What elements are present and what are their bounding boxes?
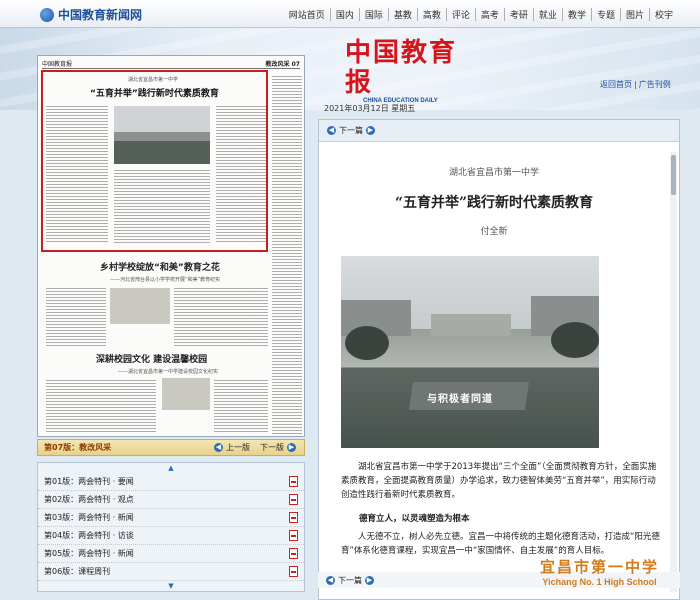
nav-item-photos[interactable]: 图片: [619, 8, 649, 21]
thumbnail-photo: [162, 378, 210, 410]
photo-tree: [345, 326, 389, 360]
edition-list-label: 第02版：两会特刊 · 观点: [44, 495, 134, 504]
prev-arrow-icon: ◀: [214, 443, 223, 452]
current-edition: 第07版：教改风采: [44, 443, 112, 452]
article-panel: ◀ 下一篇 ▶ 湖北省宜昌市第一中学 “五育并举”践行新时代素质教育 付全新 与…: [318, 119, 680, 600]
edition-pager: ◀ 上一版 下一版 ▶: [214, 442, 296, 453]
thumbnail-paper-name: 中国教育报: [42, 61, 73, 68]
article-photo: 与积极者同道: [341, 256, 599, 448]
scrollbar-thumb[interactable]: [671, 155, 676, 195]
edition-list: ▲ 第01版：两会特刊 · 要闻 第02版：两会特刊 · 观点 第03版：两会特…: [37, 462, 305, 592]
top-bar: 中国教育新闻网 网站首页 国内 国际 基教 高教 评论 高考 考研 就业 教学 …: [0, 0, 700, 28]
thumbnail-text-column: [46, 378, 156, 434]
thumbnail-headline3: 深耕校园文化 建设温馨校园: [96, 355, 208, 365]
nav-item-commentary[interactable]: 评论: [445, 8, 475, 21]
masthead: 中国教育报 CHINA EDUCATION DAILY: [345, 38, 475, 104]
nav-item-home[interactable]: 网站首页: [284, 8, 330, 21]
scroll-down-arrow-icon[interactable]: ▼: [38, 581, 304, 591]
pdf-icon[interactable]: [289, 530, 298, 541]
issue-date: 2021年03月12日 星期五: [324, 104, 416, 113]
header-links: 返回首页 | 广告刊例: [598, 80, 673, 89]
thumbnail-text-column: [214, 378, 268, 434]
thumbnail-text-column: [272, 74, 302, 434]
nav-item-international[interactable]: 国际: [358, 8, 388, 21]
edition-list-label: 第05版：两会特刊 · 新闻: [44, 549, 134, 558]
article-nav: ◀ 下一篇 ▶: [319, 120, 679, 142]
prev-edition-button[interactable]: ◀ 上一版: [214, 442, 250, 453]
ad-rates-link[interactable]: 广告刊例: [637, 80, 673, 89]
thumbnail-text-column: [216, 104, 266, 244]
next-edition-label: 下一版: [260, 443, 284, 452]
photo-stone-text: 与积极者同道: [427, 394, 493, 405]
next-arrow-icon: ▶: [287, 443, 296, 452]
thumbnail-headline2-sub: ——河北省邢台县以小学学校开展“和美”教育纪实: [110, 277, 221, 283]
pdf-icon[interactable]: [289, 512, 298, 523]
site-logo-text: 中国教育新闻网: [58, 8, 143, 22]
school-watermark: 宜昌市第一中学 Yichang No. 1 High School: [540, 556, 659, 587]
nav-item-teaching[interactable]: 教学: [561, 8, 591, 21]
scroll-up-arrow-icon[interactable]: ▲: [38, 463, 304, 473]
thumbnail-text-column: [46, 104, 108, 244]
nav-item-special[interactable]: 专题: [590, 8, 620, 21]
article-scrollbar[interactable]: [670, 152, 677, 592]
nav-item-gaokao[interactable]: 高考: [474, 8, 504, 21]
prev-article-arrow-icon[interactable]: ◀: [327, 126, 336, 135]
masthead-title: 中国教育报: [345, 38, 458, 98]
thumbnail-headline3-sub: ——湖北省宜昌市第一中学建设校园文化纪实: [118, 369, 219, 375]
next-article-link[interactable]: 下一篇: [338, 575, 362, 586]
edition-list-item[interactable]: 第06版：课程周刊: [38, 563, 304, 581]
thumbnail-edition-label: 教改风采 07: [265, 61, 300, 68]
article-paragraph: 人无德不立，树人必先立德。宜昌一中将传统的主题化德育活动，打造成“阳光德育”体系…: [341, 532, 660, 556]
thumbnail-text-column: [174, 286, 268, 346]
edition-list-label: 第03版：两会特刊 · 新闻: [44, 513, 134, 522]
next-article-arrow-icon[interactable]: ▶: [365, 575, 374, 585]
nav-item-employment[interactable]: 就业: [532, 8, 562, 21]
pdf-icon[interactable]: [289, 566, 298, 577]
photo-building: [431, 314, 511, 336]
thumbnail-text-column: [114, 168, 210, 244]
edition-list-item[interactable]: 第03版：两会特刊 · 新闻: [38, 509, 304, 527]
thumbnail-headline1: “五育并举”践行新时代素质教育: [90, 89, 219, 99]
thumbnail-header: 中国教育报 教改风采 07: [42, 59, 300, 69]
article-paragraph: 湖北省宜昌市第一中学于2013年提出“三个全面”（全面贯彻教育方针，全面实施素质…: [341, 462, 657, 500]
site-logo[interactable]: 中国教育新闻网: [40, 6, 142, 23]
next-article-arrow-icon[interactable]: ▶: [366, 126, 375, 135]
article-title: “五育并举”践行新时代素质教育: [394, 195, 594, 211]
nav-item-basic-edu[interactable]: 基教: [387, 8, 417, 21]
next-article-link[interactable]: 下一篇: [339, 125, 363, 136]
thumbnail-headline2: 乡村学校绽放“和美”教育之花: [100, 263, 220, 273]
edition-list-item[interactable]: 第01版：两会特刊 · 要闻: [38, 473, 304, 491]
thumbnail-photo: [110, 288, 170, 324]
next-edition-button[interactable]: 下一版 ▶: [260, 442, 296, 453]
article-subheading: 德育立人，以灵魂塑造为根本: [359, 514, 470, 524]
nav-item-domestic[interactable]: 国内: [329, 8, 359, 21]
watermark-cn: 宜昌市第一中学: [540, 558, 660, 576]
nav-item-higher-edu[interactable]: 高教: [416, 8, 446, 21]
thumbnail-photo: [114, 106, 210, 164]
prev-article-arrow-icon[interactable]: ◀: [326, 575, 335, 585]
top-nav: 网站首页 国内 国际 基教 高教 评论 高考 考研 就业 教学 专题 图片 校宇: [284, 8, 678, 21]
nav-item-campus[interactable]: 校宇: [648, 8, 678, 21]
article-author: 付全新: [480, 227, 508, 237]
prev-edition-label: 上一版: [226, 443, 250, 452]
watermark-en: Yichang No. 1 High School: [542, 577, 657, 587]
back-home-link[interactable]: 返回首页: [598, 80, 634, 89]
pdf-icon[interactable]: [289, 494, 298, 505]
edition-list-item[interactable]: 第04版：两会特刊 · 访谈: [38, 527, 304, 545]
edition-list-item[interactable]: 第05版：两会特刊 · 新闻: [38, 545, 304, 563]
thumbnail-text-column: [46, 286, 106, 346]
nav-item-kaoyan[interactable]: 考研: [503, 8, 533, 21]
edition-list-label: 第06版：课程周刊: [44, 567, 111, 576]
article-source: 湖北省宜昌市第一中学: [448, 168, 539, 178]
edition-list-label: 第04版：两会特刊 · 访谈: [44, 531, 134, 540]
pdf-icon[interactable]: [289, 548, 298, 559]
photo-tree: [551, 322, 599, 358]
logo-icon: [40, 7, 54, 22]
thumbnail-headline1-sub: 湖北省宜昌市第一中学: [128, 77, 179, 83]
edition-list-item[interactable]: 第02版：两会特刊 · 观点: [38, 491, 304, 509]
newspaper-page-thumbnail[interactable]: 中国教育报 教改风采 07 湖北省宜昌市第一中学 “五育并举”践行新时代素质教育…: [37, 55, 305, 437]
edition-list-label: 第01版：两会特刊 · 要闻: [44, 477, 134, 486]
edition-bar: 第07版：教改风采 ◀ 上一版 下一版 ▶: [37, 439, 305, 456]
pdf-icon[interactable]: [289, 476, 298, 487]
